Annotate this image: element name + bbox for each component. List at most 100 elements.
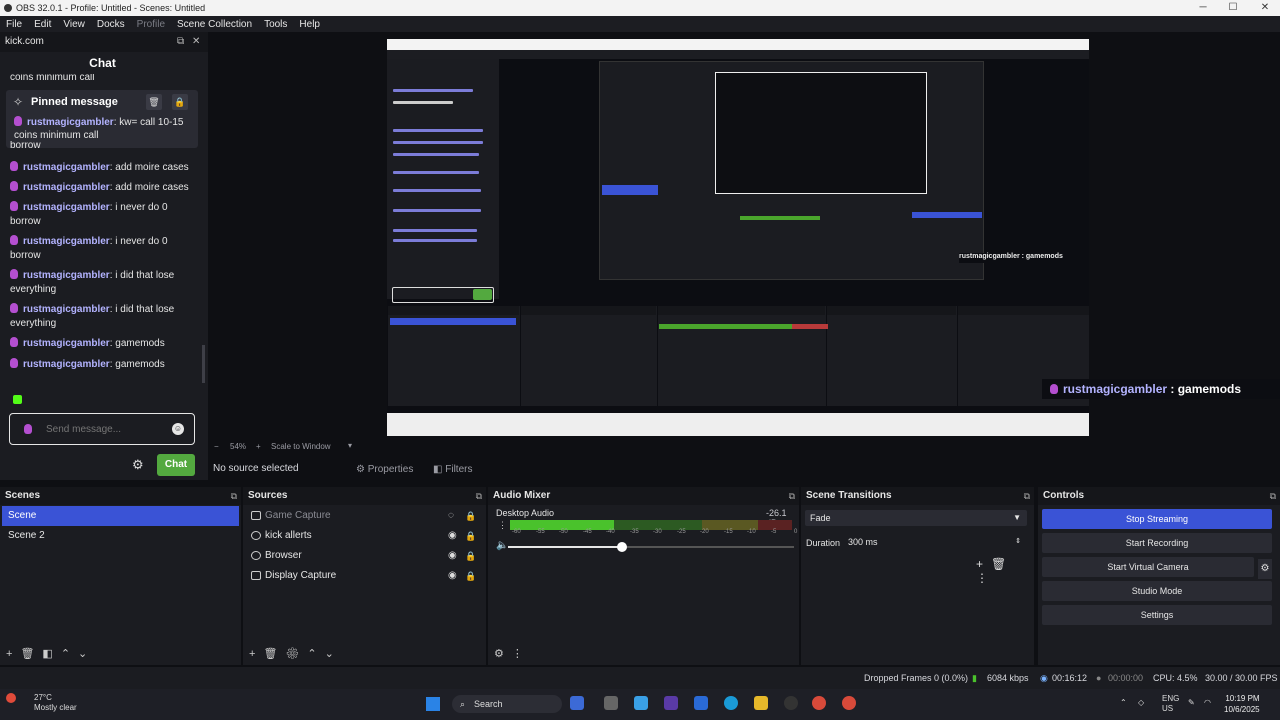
undock-icon[interactable]: ⧉ <box>177 32 184 52</box>
chevron-up-icon[interactable]: ⌃ <box>1120 698 1127 707</box>
source-item[interactable]: kick allerts ◉ 🔒 <box>249 526 481 546</box>
start-virtual-camera-button[interactable]: Start Virtual Camera <box>1042 557 1254 577</box>
mic-badge-icon <box>10 201 18 211</box>
transition-buttons: +🗑⋮ <box>976 557 1034 585</box>
advanced-audio-icon[interactable]: ⚙ <box>494 648 512 660</box>
spinner-icon[interactable]: ⇕ <box>1015 534 1021 550</box>
chevron-down-icon[interactable]: ▾ <box>348 441 352 450</box>
source-properties-icon[interactable]: ⚙ <box>285 648 307 660</box>
file-explorer-icon[interactable] <box>754 696 768 710</box>
close-button[interactable]: ✕ <box>1250 0 1280 16</box>
eye-icon[interactable]: ◉ <box>448 526 457 546</box>
move-down-icon[interactable]: ⌄ <box>325 648 342 660</box>
stop-streaming-button[interactable]: Stop Streaming <box>1042 509 1272 529</box>
eye-icon[interactable]: ◉ <box>448 566 457 586</box>
store-icon[interactable] <box>694 696 708 710</box>
undock-icon[interactable]: ⧉ <box>789 487 795 505</box>
chrome-icon[interactable] <box>812 696 826 710</box>
volume-knob[interactable] <box>617 542 628 552</box>
preview-nested-highlight <box>912 212 982 218</box>
move-up-icon[interactable]: ⌃ <box>307 648 324 660</box>
scene-item[interactable]: Scene <box>2 506 239 526</box>
menu-file[interactable]: File <box>0 19 28 30</box>
wifi-icon[interactable]: ◠ <box>1204 698 1211 707</box>
source-item[interactable]: Game Capture ◌ 🔒 <box>249 506 481 526</box>
copilot-icon[interactable] <box>634 696 648 710</box>
volume-slider[interactable] <box>508 542 794 552</box>
chat-message: rustmagicgambler: add moire cases <box>10 161 200 175</box>
lock-icon[interactable]: 🔒 <box>465 506 476 526</box>
add-source-icon[interactable]: + <box>249 648 263 660</box>
remove-transition-icon[interactable]: 🗑 <box>991 557 1014 571</box>
task-view-icon[interactable] <box>604 696 618 710</box>
speaker-icon[interactable]: 🔈 <box>496 540 508 551</box>
properties-button[interactable]: ⚙ Properties <box>356 461 413 479</box>
virtual-camera-settings-icon[interactable]: ⚙ <box>1258 559 1272 579</box>
move-up-icon[interactable]: ⌃ <box>61 648 78 660</box>
remove-source-icon[interactable]: 🗑 <box>263 648 285 660</box>
kick-badge-icon[interactable] <box>13 395 22 404</box>
close-dock-icon[interactable]: ✕ <box>192 32 200 52</box>
weather-widget[interactable]: 27°C Mostly clear <box>6 693 77 713</box>
kebab-menu-icon[interactable]: ⋮ <box>498 520 507 531</box>
chat-settings-icon[interactable]: ⚙ <box>132 457 144 473</box>
network-icon[interactable]: ◇ <box>1138 698 1144 707</box>
studio-mode-button[interactable]: Studio Mode <box>1042 581 1272 601</box>
maximize-button[interactable]: ☐ <box>1218 0 1248 16</box>
menu-scene-collection[interactable]: Scene Collection <box>171 19 258 30</box>
scale-mode-select[interactable]: Scale to Window <box>271 442 331 451</box>
lock-icon[interactable]: 🔒 <box>465 526 476 546</box>
chat-scrollbar[interactable] <box>202 345 205 383</box>
app-icon[interactable] <box>664 696 678 710</box>
move-down-icon[interactable]: ⌄ <box>78 648 95 660</box>
kebab-menu-icon[interactable]: ⋮ <box>512 648 531 660</box>
menu-tools[interactable]: Tools <box>258 19 293 30</box>
undock-icon[interactable]: ⧉ <box>476 487 482 505</box>
undock-icon[interactable]: ⧉ <box>231 487 237 505</box>
undock-icon[interactable]: ⧉ <box>1024 487 1030 505</box>
windows-start-icon[interactable] <box>426 697 440 711</box>
stream-preview[interactable]: rustmagicgambler : gamemods <box>387 39 1089 436</box>
menu-edit[interactable]: Edit <box>28 19 57 30</box>
trash-icon[interactable]: 🗑 <box>146 94 162 110</box>
add-transition-icon[interactable]: + <box>976 557 991 571</box>
lock-icon[interactable]: 🔒 <box>465 566 476 586</box>
clock[interactable]: 10:19 PM 10/6/2025 <box>1224 693 1260 715</box>
zoom-out-button[interactable]: − <box>214 442 219 451</box>
settings-button[interactable]: Settings <box>1042 605 1272 625</box>
edge-icon[interactable] <box>724 696 738 710</box>
app-icon[interactable] <box>570 696 584 710</box>
send-message-input[interactable] <box>46 422 166 436</box>
eye-hidden-icon[interactable]: ◌ <box>448 506 454 526</box>
duration-input[interactable]: 300 ms ⇕ <box>843 534 1027 550</box>
start-recording-button[interactable]: Start Recording <box>1042 533 1272 553</box>
remove-scene-icon[interactable]: 🗑 <box>20 648 42 660</box>
chrome-icon[interactable] <box>842 696 856 710</box>
menu-profile[interactable]: Profile <box>131 19 171 30</box>
obs-icon[interactable] <box>784 696 798 710</box>
scene-filter-icon[interactable]: ◧ <box>42 648 60 660</box>
kebab-menu-icon[interactable]: ⋮ <box>976 571 996 585</box>
menu-view[interactable]: View <box>57 19 91 30</box>
preview-nested-meter <box>740 216 820 220</box>
source-item[interactable]: Display Capture ◉ 🔒 <box>249 566 481 586</box>
unpin-icon[interactable]: 🔒 <box>172 94 188 110</box>
pen-icon[interactable]: ✎ <box>1188 698 1195 707</box>
zoom-in-button[interactable]: + <box>256 442 261 451</box>
source-item[interactable]: Browser ◉ 🔒 <box>249 546 481 566</box>
chat-send-button[interactable]: Chat <box>157 454 195 476</box>
filters-button[interactable]: ◧ Filters <box>433 461 472 479</box>
add-scene-icon[interactable]: + <box>6 648 20 660</box>
menu-help[interactable]: Help <box>293 19 326 30</box>
taskbar-search[interactable]: ⌕ Search <box>452 695 562 713</box>
undock-icon[interactable]: ⧉ <box>1270 487 1276 505</box>
transition-select[interactable]: Fade ▼ <box>805 510 1027 526</box>
scene-item[interactable]: Scene 2 <box>2 526 239 546</box>
menu-docks[interactable]: Docks <box>91 19 131 30</box>
eye-icon[interactable]: ◉ <box>448 546 457 566</box>
lock-icon[interactable]: 🔒 <box>465 546 476 566</box>
emoji-icon[interactable]: ☺ <box>172 423 184 435</box>
send-message-box[interactable]: ☺ <box>9 413 195 445</box>
language-indicator[interactable]: ENG US <box>1162 694 1179 714</box>
minimize-button[interactable]: ─ <box>1188 0 1218 16</box>
